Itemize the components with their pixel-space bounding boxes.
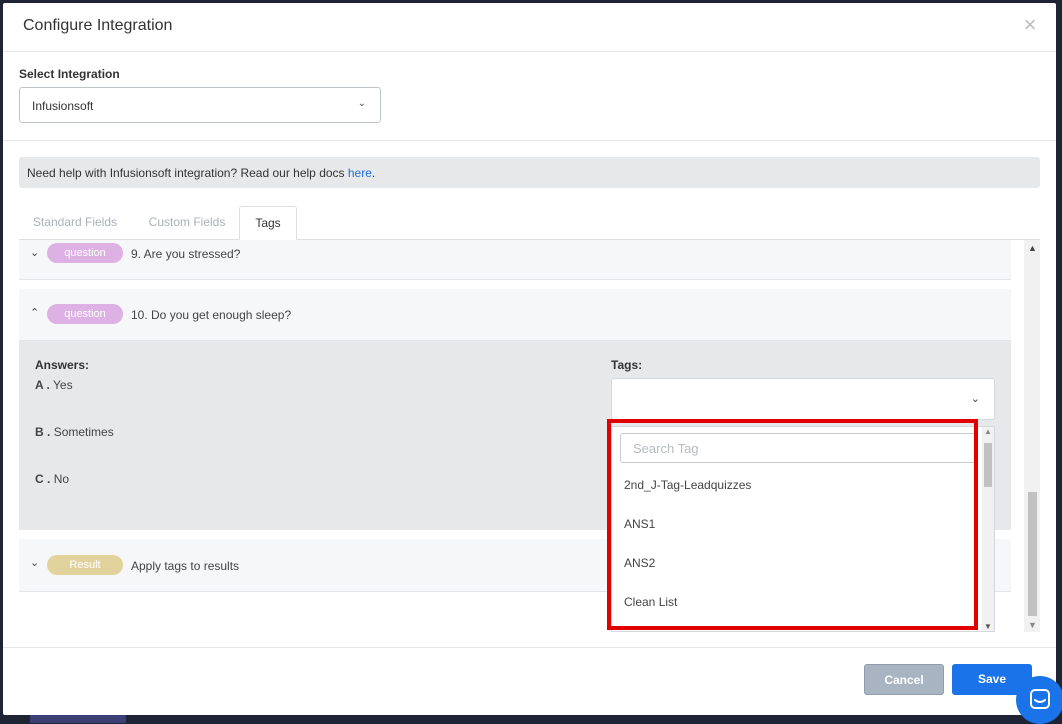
search-tag-input[interactable] [620,433,976,463]
question-text: 10. Do you get enough sleep? [131,308,292,322]
question-badge: question [47,243,123,263]
help-text: Need help with Infusionsoft integration?… [27,166,348,180]
scroll-thumb[interactable] [984,443,992,487]
result-badge: Result [47,555,123,575]
tags-content: ⌄ question 9. Are you stressed? ⌃ questi… [19,240,1040,632]
question-row-9[interactable]: ⌄ question 9. Are you stressed? [19,240,1011,280]
chevron-down-icon[interactable]: ⌄ [30,246,39,259]
chevron-up-icon[interactable]: ⌃ [30,306,39,319]
footer-divider [3,647,1056,648]
scroll-up-icon[interactable]: ▲ [1028,243,1037,253]
chevron-down-icon: ⌄ [970,393,980,405]
help-banner: Need help with Infusionsoft integration?… [19,157,1040,188]
question-text: 9. Are you stressed? [131,247,241,261]
configure-integration-modal: Configure Integration × Select Integrati… [3,3,1056,715]
dropdown-scrollbar[interactable]: ▲ ▼ [982,427,994,631]
modal-header: Configure Integration × [3,3,1056,52]
help-docs-link[interactable]: here [348,166,372,180]
answer-a: A . Yes [35,378,73,392]
divider [3,140,1056,141]
chat-icon [1030,689,1050,709]
answer-c: C . No [35,472,70,486]
chat-launcher-button[interactable] [1016,676,1062,724]
cancel-button[interactable]: Cancel [864,664,944,695]
tags-dropdown: 2nd_J-Tag-Leadquizzes ANS1 ANS2 Clean Li… [611,426,995,632]
integration-select[interactable]: Infusionsoft ⌄ [19,87,381,123]
question-badge: question [47,304,123,324]
help-text-end: . [371,166,376,180]
scroll-down-icon[interactable]: ▼ [984,622,992,631]
result-text: Apply tags to results [131,559,240,573]
modal-title: Configure Integration [23,17,173,34]
tag-option[interactable]: 2nd_J-Tag-Leadquizzes [624,478,751,492]
tag-option[interactable]: ANS1 [624,517,655,531]
scroll-down-icon[interactable]: ▼ [1028,620,1037,630]
tag-option[interactable]: ANS2 [624,556,655,570]
answers-label: Answers: [35,358,90,372]
close-icon[interactable]: × [1020,14,1040,36]
question-row-10[interactable]: ⌃ question 10. Do you get enough sleep? [19,289,1011,341]
tab-custom-fields[interactable]: Custom Fields [133,206,241,239]
answer-b: B . Sometimes [35,425,114,439]
integration-select-value: Infusionsoft [32,99,94,113]
background-element [30,715,126,723]
tab-standard-fields[interactable]: Standard Fields [19,206,131,239]
tags-label: Tags: [611,358,643,372]
tab-tags[interactable]: Tags [239,206,297,240]
chevron-down-icon: ⌄ [357,98,366,109]
scroll-thumb[interactable] [1028,492,1037,616]
tags-select[interactable]: ⌄ [611,378,995,420]
tag-option[interactable]: Clean List [624,595,677,609]
chevron-down-icon[interactable]: ⌄ [30,556,39,569]
scroll-up-icon[interactable]: ▲ [984,427,992,436]
content-scrollbar[interactable]: ▲ ▼ [1024,240,1040,632]
select-integration-label: Select Integration [19,67,120,81]
tab-bar: Standard Fields Custom Fields Tags [19,206,1040,240]
